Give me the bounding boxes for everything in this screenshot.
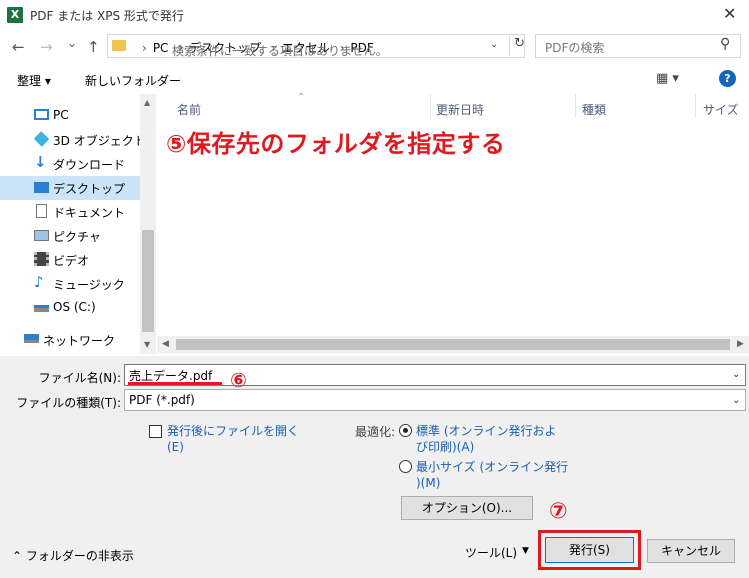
search-input[interactable]: PDFの検索 bbox=[545, 39, 604, 56]
hide-folders-label: フォルダーの非表示 bbox=[25, 549, 134, 563]
music-icon: ♪ bbox=[34, 273, 44, 291]
recent-locations-icon[interactable]: ⌄ bbox=[67, 36, 77, 50]
chevron-down-icon[interactable]: ⌄ bbox=[490, 39, 498, 50]
videos-icon bbox=[34, 252, 49, 266]
column-header-modified[interactable]: 更新日時 bbox=[436, 101, 484, 118]
cancel-button[interactable]: キャンセル bbox=[647, 539, 735, 563]
nav-item-label: ドキュメント bbox=[53, 206, 126, 220]
download-icon: ↓ bbox=[34, 153, 47, 171]
scroll-up-icon[interactable]: ▲ bbox=[144, 98, 150, 107]
scroll-down-icon[interactable]: ▼ bbox=[144, 340, 150, 349]
desktop-icon bbox=[34, 182, 49, 193]
column-divider bbox=[430, 94, 431, 118]
nav-item-desktop[interactable]: デスクトップ bbox=[0, 176, 140, 200]
nav-item-label: PC bbox=[53, 108, 69, 122]
breadcrumb-separator: › bbox=[142, 41, 147, 55]
documents-icon bbox=[36, 204, 47, 218]
optimize-minimum-label[interactable]: 最小サイズ (オンライン発行 bbox=[416, 459, 568, 475]
empty-message: 検索条件に一致する項目はありません。 bbox=[172, 44, 388, 58]
pictures-icon bbox=[34, 230, 49, 241]
search-box[interactable]: PDFの検索 ⚲ bbox=[535, 34, 741, 58]
excel-icon: X bbox=[7, 7, 23, 23]
column-divider bbox=[575, 94, 576, 118]
optimize-standard-radio[interactable] bbox=[399, 424, 412, 437]
navigation-pane: PC 3D オブジェクト ↓ ダウンロード デスクトップ ドキュメント ピクチャ… bbox=[0, 94, 156, 354]
open-after-publish-label[interactable]: 発行後にファイルを開く bbox=[167, 423, 299, 439]
filetype-label: ファイルの種類(T): bbox=[16, 396, 121, 410]
optimize-minimum-label-2[interactable]: )(M) bbox=[416, 475, 440, 491]
sort-arrow-icon: ⌃ bbox=[297, 92, 306, 103]
drive-icon bbox=[34, 305, 49, 312]
nav-item-label: ネットワーク bbox=[43, 334, 116, 348]
options-button[interactable]: オプション(O)... bbox=[401, 496, 533, 520]
breadcrumb-pc[interactable]: PC bbox=[153, 41, 169, 55]
folder-icon bbox=[112, 40, 126, 51]
window-title: PDF または XPS 形式で発行 bbox=[30, 9, 184, 23]
chevron-up-icon: ⌃ bbox=[12, 549, 26, 563]
new-folder-button[interactable]: 新しいフォルダー bbox=[85, 72, 181, 89]
scroll-right-icon[interactable]: ▶ bbox=[737, 339, 744, 349]
nav-item-label: ダウンロード bbox=[53, 158, 126, 172]
nav-item-music[interactable]: ♪ ミュージック bbox=[0, 272, 140, 296]
help-icon[interactable]: ? bbox=[719, 70, 736, 87]
column-header-type[interactable]: 種類 bbox=[582, 101, 606, 118]
optimize-label: 最適化: bbox=[355, 425, 396, 439]
nav-item-downloads[interactable]: ↓ ダウンロード bbox=[0, 152, 140, 176]
organize-button[interactable]: 整理 ▾ bbox=[17, 72, 51, 89]
nav-item-pictures[interactable]: ピクチャ bbox=[0, 224, 140, 248]
filetype-select[interactable]: PDF (*.pdf) bbox=[124, 389, 746, 411]
nav-item-label: 3D オブジェクト bbox=[53, 134, 146, 148]
search-icon[interactable]: ⚲ bbox=[720, 36, 730, 52]
optimize-minimum-radio[interactable] bbox=[399, 460, 412, 473]
title-bar: X PDF または XPS 形式で発行 ✕ bbox=[0, 0, 749, 30]
back-arrow-icon[interactable]: ← bbox=[12, 38, 25, 56]
chevron-down-icon[interactable]: ⌄ bbox=[732, 395, 740, 406]
nav-item-label: ピクチャ bbox=[53, 230, 101, 244]
chevron-down-icon[interactable]: ⌄ bbox=[732, 369, 740, 380]
network-icon bbox=[24, 334, 39, 343]
nav-item-pc[interactable]: PC bbox=[0, 104, 140, 128]
annotation-underline bbox=[128, 382, 222, 385]
nav-item-3d-objects[interactable]: 3D オブジェクト bbox=[0, 128, 146, 152]
column-header-size[interactable]: サイズ bbox=[703, 101, 739, 118]
horizontal-scrollbar-thumb[interactable] bbox=[176, 339, 730, 350]
pc-icon bbox=[34, 109, 49, 120]
nav-item-network[interactable]: ネットワーク bbox=[0, 328, 130, 352]
filename-label: ファイル名(N): bbox=[38, 371, 121, 385]
nav-item-videos[interactable]: ビデオ bbox=[0, 248, 140, 272]
tools-button[interactable]: ツール(L) bbox=[465, 544, 517, 561]
close-button[interactable]: ✕ bbox=[723, 4, 736, 23]
refresh-icon[interactable]: ↻ bbox=[509, 36, 525, 56]
open-after-publish-shortcut[interactable]: (E) bbox=[167, 439, 184, 455]
hide-folders-button[interactable]: ⌃ フォルダーの非表示 bbox=[12, 547, 134, 564]
annotation-step5: ⑤保存先のフォルダを指定する bbox=[166, 130, 506, 158]
open-after-publish-checkbox[interactable] bbox=[149, 425, 162, 438]
up-arrow-icon[interactable]: ↑ bbox=[87, 38, 100, 56]
publish-button[interactable]: 発行(S) bbox=[545, 537, 634, 563]
column-divider bbox=[695, 94, 696, 118]
nav-item-drive-c[interactable]: OS (C:) bbox=[0, 296, 140, 320]
annotation-step7: ⑦ bbox=[549, 499, 568, 524]
forward-arrow-icon[interactable]: → bbox=[40, 38, 53, 56]
nav-item-label: デスクトップ bbox=[53, 182, 126, 196]
nav-scrollbar-thumb[interactable] bbox=[142, 230, 154, 332]
command-bar: 整理 ▾ 新しいフォルダー ▦ ▾ ? bbox=[0, 64, 749, 94]
nav-item-label: OS (C:) bbox=[53, 300, 96, 314]
caret-down-icon[interactable]: ▼ bbox=[522, 546, 529, 556]
column-header-name[interactable]: 名前 bbox=[177, 101, 201, 118]
nav-item-label: ミュージック bbox=[53, 278, 125, 292]
nav-item-label: ビデオ bbox=[53, 254, 90, 268]
nav-item-documents[interactable]: ドキュメント bbox=[0, 200, 140, 224]
scroll-left-icon[interactable]: ◀ bbox=[162, 339, 169, 349]
view-options-icon[interactable]: ▦ ▾ bbox=[656, 71, 679, 86]
3d-objects-icon bbox=[33, 131, 50, 147]
optimize-standard-label[interactable]: 標準 (オンライン発行およ bbox=[416, 423, 557, 439]
optimize-standard-label-2[interactable]: び印刷)(A) bbox=[416, 439, 474, 455]
